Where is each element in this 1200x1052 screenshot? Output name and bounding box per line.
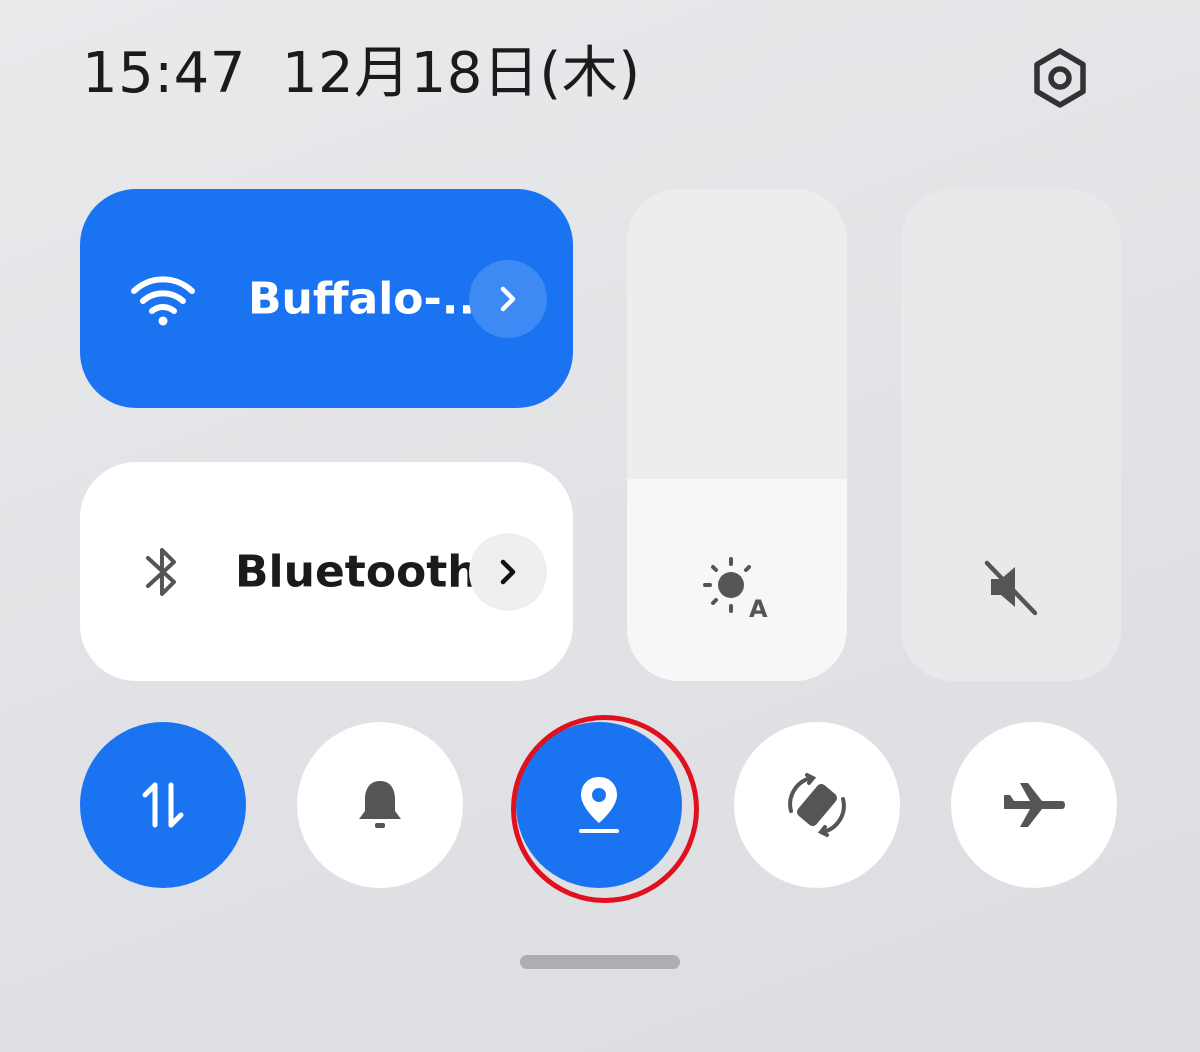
- bluetooth-icon: [140, 542, 184, 602]
- volume-slider[interactable]: [901, 189, 1121, 681]
- auto-brightness-icon: A: [699, 555, 775, 623]
- bluetooth-details-button[interactable]: [469, 532, 547, 611]
- wifi-network-name: Buffalo-..: [248, 273, 476, 324]
- wifi-details-button[interactable]: [469, 259, 547, 338]
- clock-time: 15:47: [82, 41, 246, 106]
- status-bar: 15:47 12月18日(木): [82, 46, 641, 102]
- drag-handle[interactable]: [520, 955, 680, 969]
- mute-icon: [979, 555, 1043, 619]
- bluetooth-tile[interactable]: Bluetooth: [80, 462, 573, 681]
- sound-toggle[interactable]: [297, 722, 463, 888]
- wifi-tile[interactable]: Buffalo-..: [80, 189, 573, 408]
- location-toggle[interactable]: [516, 722, 682, 888]
- date-label: 12月18日(木): [281, 41, 641, 106]
- brightness-slider[interactable]: A: [627, 189, 847, 681]
- bluetooth-label: Bluetooth: [235, 546, 479, 597]
- chevron-right-icon: [500, 286, 516, 311]
- mobile-data-toggle[interactable]: [80, 722, 246, 888]
- svg-text:A: A: [749, 595, 768, 623]
- location-pin-icon: [579, 777, 619, 833]
- auto-rotate-toggle[interactable]: [734, 722, 900, 888]
- gear-icon: [1034, 48, 1086, 108]
- chevron-right-icon: [500, 559, 516, 584]
- settings-button[interactable]: [1026, 44, 1094, 112]
- rotate-icon: [788, 773, 846, 837]
- wifi-icon: [130, 271, 196, 327]
- airplane-mode-toggle[interactable]: [951, 722, 1117, 888]
- airplane-icon: [1004, 783, 1065, 827]
- data-arrows-icon: [142, 782, 184, 828]
- bell-icon: [359, 781, 401, 828]
